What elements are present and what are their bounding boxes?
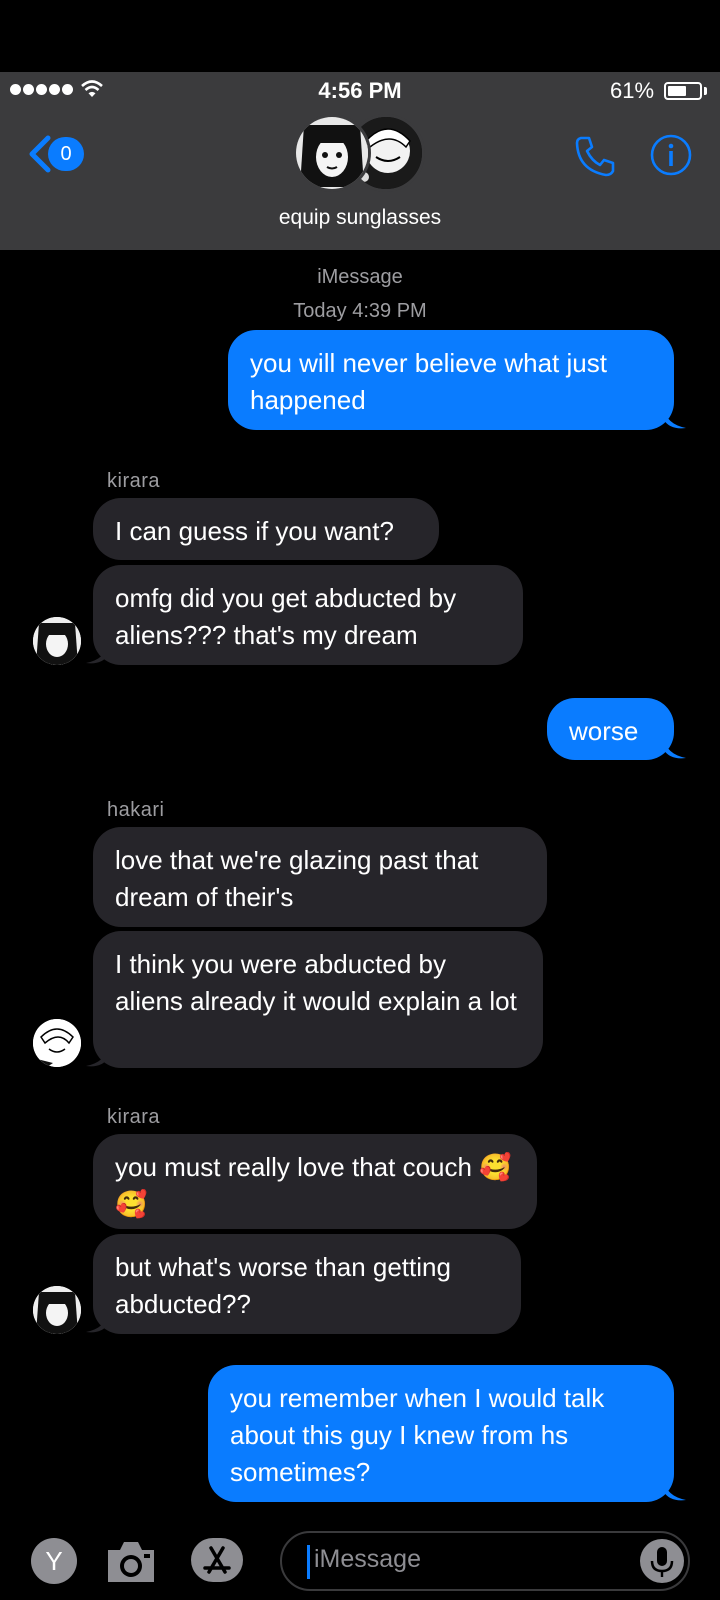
message-bubble-incoming[interactable]: I think you were abducted by aliens alre…	[93, 931, 543, 1068]
battery-level	[668, 86, 686, 96]
avatar-kirara-small[interactable]	[33, 617, 81, 665]
battery-nub	[704, 87, 707, 95]
bubble-tail	[86, 1312, 108, 1333]
message-bubble-outgoing[interactable]: worse	[547, 698, 674, 760]
message-bubble-incoming[interactable]: omfg did you get abducted by aliens??? t…	[93, 565, 523, 665]
battery-percent: 61%	[610, 78, 655, 103]
avatar-kirara-small[interactable]	[33, 1286, 81, 1334]
avatar-kirara-illustration	[296, 117, 368, 189]
bubble-tail	[664, 1480, 686, 1501]
camera-icon[interactable]	[104, 1538, 158, 1584]
info-icon[interactable]	[650, 134, 692, 176]
bubble-tail	[86, 1046, 108, 1067]
sender-name: kirara	[107, 1106, 161, 1128]
y-app-button[interactable]: Y	[31, 1538, 77, 1584]
app-store-button[interactable]	[191, 1538, 243, 1582]
group-avatars[interactable]	[293, 114, 427, 192]
phone-call-icon[interactable]	[573, 134, 617, 178]
avatar-hakari-small[interactable]	[33, 1019, 81, 1067]
text-cursor	[307, 1545, 310, 1579]
message-bubble-outgoing[interactable]: you will never believe what just happene…	[228, 330, 674, 430]
service-label: iMessage	[317, 266, 403, 288]
message-bubble-incoming[interactable]: you must really love that couch 🥰🥰	[93, 1134, 537, 1229]
microphone-icon	[650, 1547, 674, 1577]
battery-icon	[664, 82, 702, 100]
bubble-tail	[86, 643, 108, 664]
bubble-tail	[664, 408, 686, 429]
group-name[interactable]: equip sunglasses	[0, 206, 720, 230]
unread-badge[interactable]: 0	[48, 137, 84, 171]
message-input-placeholder: iMessage	[314, 1545, 421, 1573]
message-bubble-incoming[interactable]: but what's worse than getting abducted??	[93, 1234, 521, 1334]
avatar-hakari-small-illustration	[33, 1019, 81, 1067]
microphone-button[interactable]	[640, 1539, 684, 1583]
bubble-tail	[664, 738, 686, 759]
sender-name: hakari	[107, 799, 165, 821]
sender-name: kirara	[107, 470, 161, 492]
avatar-kirara	[293, 114, 371, 192]
message-bubble-incoming[interactable]: love that we're glazing past that dream …	[93, 827, 547, 927]
avatar-kirara-small-illustration	[33, 1286, 81, 1334]
thread-timestamp: Today 4:39 PM	[293, 300, 427, 322]
app-store-icon	[203, 1546, 231, 1574]
avatar-kirara-small-illustration	[33, 617, 81, 665]
message-bubble-outgoing[interactable]: you remember when I would talk about thi…	[208, 1365, 674, 1502]
message-bubble-incoming[interactable]: I can guess if you want?	[93, 498, 439, 560]
